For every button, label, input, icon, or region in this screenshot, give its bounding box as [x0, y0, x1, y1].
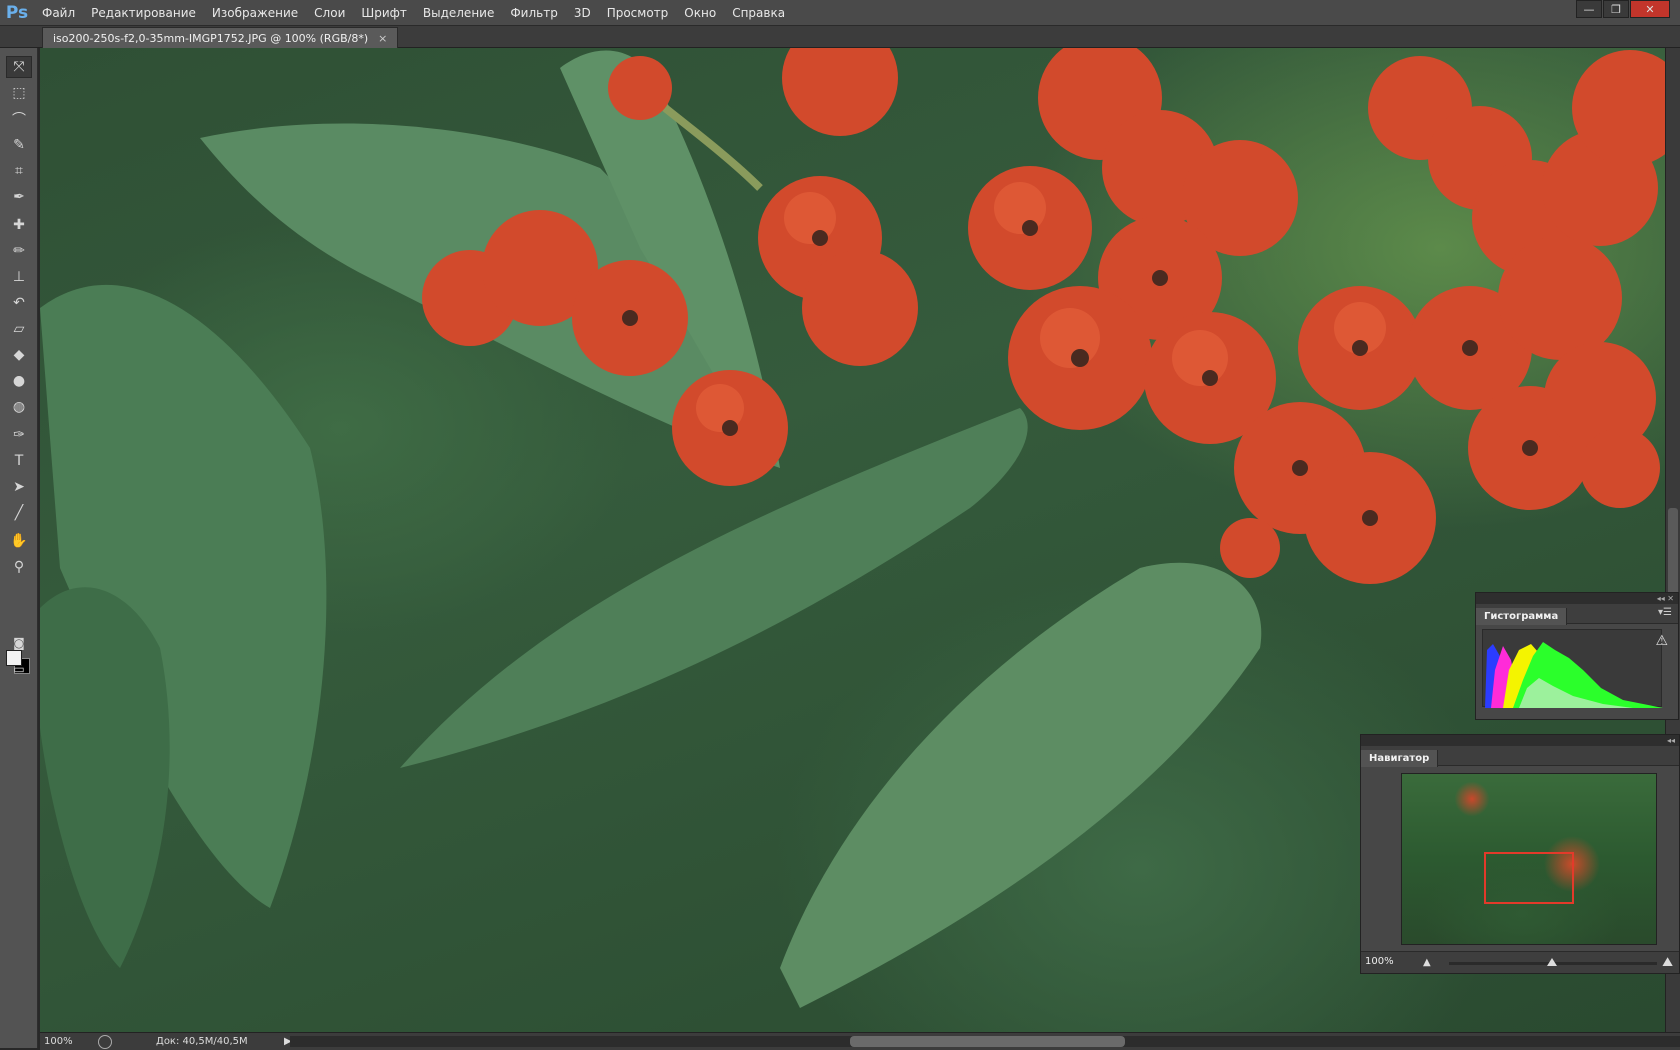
status-bar: 100% Док: 40,5M/40,5M ▶ — [40, 1032, 1680, 1050]
minimize-button[interactable]: — — [1576, 0, 1602, 18]
lasso-tool-icon[interactable]: ⌒ — [6, 108, 32, 130]
panel-collapse-bar[interactable]: ◂◂ ✕ — [1476, 593, 1678, 604]
warning-icon[interactable]: ⚠ — [1655, 633, 1668, 649]
tab-navigator[interactable]: Навигатор — [1361, 750, 1439, 767]
brush-tool-icon[interactable]: ✏ — [6, 240, 32, 262]
status-info-icon[interactable] — [98, 1034, 112, 1049]
menu-view[interactable]: Просмотр — [599, 0, 677, 26]
document-tab-title: iso200-250s-f2,0-35mm-IMGP1752.JPG @ 100… — [53, 31, 369, 45]
pen-tool-icon[interactable]: ✑ — [6, 424, 32, 446]
blur-tool-icon[interactable]: ● — [6, 370, 32, 392]
zoom-slider-knob[interactable] — [1547, 958, 1557, 966]
panel-menu-icon[interactable]: ▾☰ — [1658, 607, 1672, 618]
dodge-tool-icon[interactable]: ◍ — [6, 396, 32, 418]
hand-tool-icon[interactable]: ✋ — [6, 530, 32, 552]
status-zoom-field[interactable]: 100% — [40, 1036, 90, 1047]
move-tool-icon[interactable]: ⤧ — [6, 56, 32, 78]
menu-file[interactable]: Файл — [34, 0, 83, 26]
navigator-panel: ◂◂ Навигатор 100% ▲ ⛰ — [1360, 734, 1680, 974]
navigator-thumbnail[interactable] — [1401, 773, 1657, 945]
close-document-icon[interactable]: × — [378, 28, 387, 49]
menu-layers[interactable]: Слои — [306, 0, 353, 26]
history-brush-tool-icon[interactable]: ↶ — [6, 292, 32, 314]
zoom-in-mountain-icon[interactable]: ⛰ — [1662, 955, 1673, 970]
horizontal-scrollbar[interactable] — [290, 1036, 1680, 1047]
horizontal-scroll-thumb[interactable] — [850, 1036, 1125, 1047]
navigator-view-box[interactable] — [1484, 852, 1574, 904]
histogram-chart — [1485, 642, 1663, 708]
menu-3d[interactable]: 3D — [566, 0, 599, 26]
marquee-tool-icon[interactable]: ⬚ — [6, 82, 32, 104]
histogram-panel: ◂◂ ✕ Гистограмма ▾☰ ⚠ — [1475, 592, 1679, 720]
document-tab[interactable]: iso200-250s-f2,0-35mm-IMGP1752.JPG @ 100… — [42, 27, 399, 49]
crop-tool-icon[interactable]: ⌗ — [6, 160, 32, 182]
navigator-zoom-field[interactable]: 100% — [1365, 956, 1394, 967]
menu-edit[interactable]: Редактирование — [83, 0, 204, 26]
menu-filter[interactable]: Фильтр — [502, 0, 565, 26]
menu-image[interactable]: Изображение — [204, 0, 306, 26]
tab-histogram[interactable]: Гистограмма — [1476, 608, 1568, 625]
menu-help[interactable]: Справка — [724, 0, 793, 26]
histogram-graph — [1482, 629, 1663, 708]
photoshop-window: Ps Файл Редактирование Изображение Слои … — [0, 0, 1680, 1050]
menu-window[interactable]: Окно — [676, 0, 724, 26]
zoom-out-mountain-icon[interactable]: ▲ — [1423, 957, 1431, 968]
path-selection-tool-icon[interactable]: ➤ — [6, 476, 32, 498]
quick-select-tool-icon[interactable]: ✎ — [6, 134, 32, 156]
line-tool-icon[interactable]: ╱ — [6, 502, 32, 524]
eraser-tool-icon[interactable]: ▱ — [6, 318, 32, 340]
tools-panel: ⤧ ⬚ ⌒ ✎ ⌗ ✒ ✚ ✏ ⊥ ↶ ▱ ◆ ● ◍ ✑ T ➤ ╱ ✋ ⚲ … — [0, 48, 38, 1048]
restore-button[interactable]: ❐ — [1603, 0, 1629, 18]
paint-bucket-tool-icon[interactable]: ◆ — [6, 344, 32, 366]
app-logo: Ps — [5, 2, 29, 23]
document-size-info: Док: 40,5M/40,5M — [156, 1036, 248, 1047]
navigator-collapse-bar[interactable]: ◂◂ — [1361, 735, 1679, 746]
menu-bar: Ps Файл Редактирование Изображение Слои … — [0, 0, 1680, 26]
clone-stamp-tool-icon[interactable]: ⊥ — [6, 266, 32, 288]
menu-type[interactable]: Шрифт — [353, 0, 415, 26]
eyedropper-tool-icon[interactable]: ✒ — [6, 186, 32, 208]
healing-brush-tool-icon[interactable]: ✚ — [6, 214, 32, 236]
navigator-footer: 100% ▲ ⛰ — [1361, 951, 1679, 973]
zoom-tool-icon[interactable]: ⚲ — [6, 556, 32, 578]
foreground-color-swatch[interactable] — [6, 650, 22, 666]
close-window-button[interactable]: ✕ — [1630, 0, 1670, 18]
menu-select[interactable]: Выделение — [415, 0, 502, 26]
type-tool-icon[interactable]: T — [6, 450, 32, 472]
